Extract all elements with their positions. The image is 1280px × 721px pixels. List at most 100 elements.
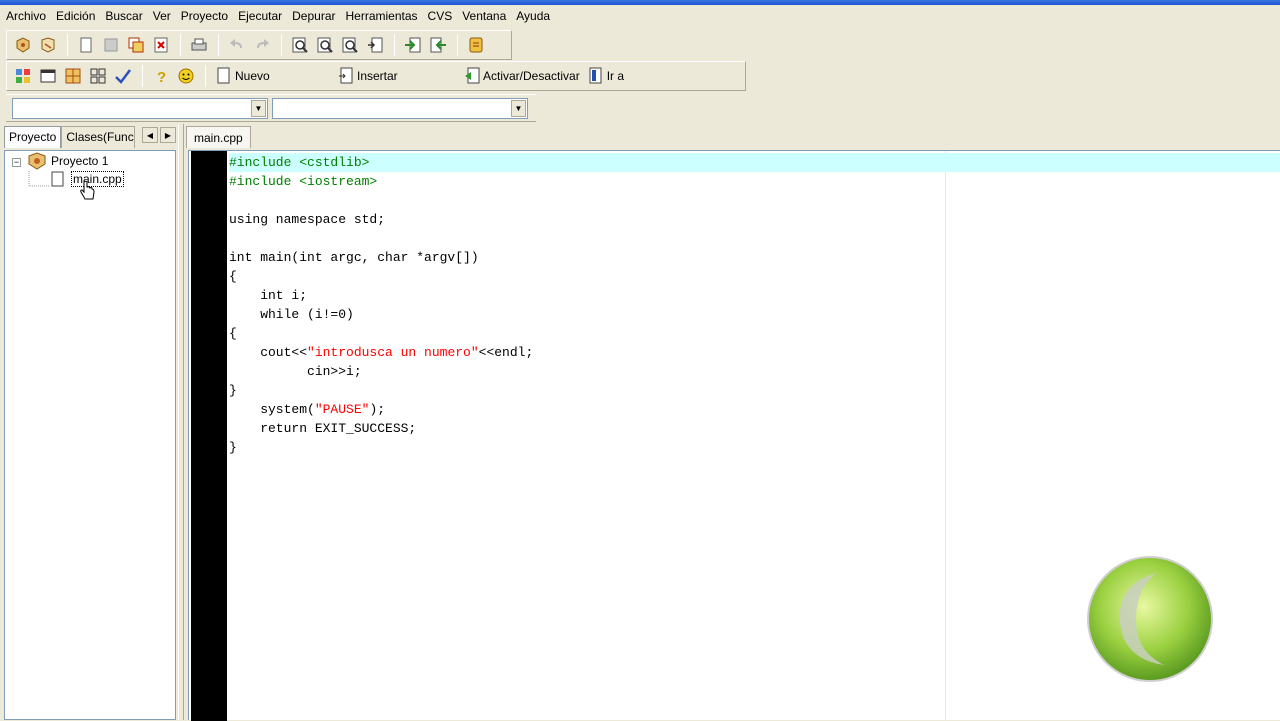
goto-label: Ir a (606, 69, 625, 83)
undo-icon (230, 39, 242, 48)
editor-tabs: main.cpp (186, 124, 251, 148)
secondary-toolbar: ? Nuevo Insertar Activar/Desactivar Ir a (6, 61, 746, 91)
find-next-button[interactable] (338, 33, 362, 57)
insert-button[interactable]: Insertar (334, 64, 460, 88)
close-file-button[interactable] (149, 33, 173, 57)
goto-line-icon (368, 37, 383, 53)
project-options-icon (469, 37, 483, 53)
replace-icon (317, 37, 333, 53)
hand-cursor-icon (80, 180, 95, 200)
redo-button[interactable] (250, 33, 274, 57)
menu-edicion[interactable]: Edición (52, 5, 99, 28)
compile-run-button[interactable] (61, 64, 85, 88)
code-line: while (i!=0) (229, 307, 354, 322)
save-all-icon (128, 37, 144, 53)
remove-from-project-button[interactable] (426, 33, 450, 57)
about-button[interactable] (174, 64, 198, 88)
menu-ventana[interactable]: Ventana (458, 5, 510, 28)
help-button[interactable]: ? (149, 64, 173, 88)
toolbar-area: ? Nuevo Insertar Activar/Desactivar Ir a… (0, 28, 1280, 124)
goto-line-button[interactable] (363, 33, 387, 57)
rebuild-button[interactable] (86, 64, 110, 88)
code-area[interactable]: #include <cstdlib> #include <iostream> u… (229, 153, 1280, 457)
pane-splitter[interactable] (178, 124, 184, 720)
tab-scroll-buttons: ◀ ▶ (142, 127, 178, 143)
toolbar-separator (205, 65, 206, 87)
string-literal: "introdusca un numero" (307, 345, 479, 360)
scroll-right-icon[interactable]: ▶ (160, 127, 176, 143)
toolbar-separator (142, 65, 143, 87)
code-line: } (229, 440, 237, 455)
toolbar-separator (281, 34, 282, 56)
run-button[interactable] (36, 64, 60, 88)
toggle-label: Activar/Desactivar (483, 69, 580, 83)
open-file-button[interactable] (36, 33, 60, 57)
tab-main-cpp[interactable]: main.cpp (186, 126, 251, 148)
toggle-bookmark-icon (465, 67, 480, 84)
class-combo[interactable]: ▼ (12, 97, 268, 119)
toolbar-separator (67, 34, 68, 56)
save-button[interactable] (99, 33, 123, 57)
menu-proyecto[interactable]: Proyecto (177, 5, 232, 28)
code-line: } (229, 383, 237, 398)
member-combo[interactable]: ▼ (272, 97, 528, 119)
find-icon (292, 37, 308, 53)
code-line: { (229, 269, 237, 284)
menu-ver[interactable]: Ver (149, 5, 175, 28)
save-all-button[interactable] (124, 33, 148, 57)
compile-run-icon (65, 68, 81, 84)
editor-gutter[interactable] (191, 151, 227, 721)
add-to-project-button[interactable] (401, 33, 425, 57)
string-literal: "PAUSE" (314, 402, 370, 417)
tree-item-project[interactable]: Proyecto 1 (27, 152, 108, 170)
redo-icon (257, 39, 269, 48)
dropdown-arrow-icon[interactable]: ▼ (511, 99, 526, 117)
window-icon (40, 69, 56, 83)
toolbar-separator (457, 34, 458, 56)
svg-text:?: ? (157, 69, 166, 85)
tab-clases[interactable]: Clases(Funcic (61, 126, 136, 148)
tab-proyecto[interactable]: Proyecto (4, 126, 62, 148)
menu-archivo[interactable]: Archivo (2, 5, 50, 28)
replace-button[interactable] (313, 33, 337, 57)
open-project-button[interactable] (11, 33, 35, 57)
printer-icon (191, 38, 207, 51)
dropdown-arrow-icon[interactable]: ▼ (251, 99, 266, 117)
menu-depurar[interactable]: Depurar (288, 5, 339, 28)
print-button[interactable] (187, 33, 211, 57)
undo-button[interactable] (225, 33, 249, 57)
insert-label: Insertar (357, 69, 398, 83)
menu-herramientas[interactable]: Herramientas (342, 5, 422, 28)
menu-ejecutar[interactable]: Ejecutar (234, 5, 286, 28)
watermark-logo (1087, 556, 1213, 682)
file-icon (51, 171, 64, 187)
toolbar-separator (180, 34, 181, 56)
project-icon (28, 152, 46, 170)
project-tree: − Proyecto 1 main.cpp (4, 150, 176, 720)
compile-button[interactable] (11, 64, 35, 88)
menu-buscar[interactable]: Buscar (101, 5, 146, 28)
left-tabs: Proyecto Clases(Funcic (4, 126, 136, 148)
syntax-check-button[interactable] (111, 64, 135, 88)
menu-ayuda[interactable]: Ayuda (512, 5, 554, 28)
search-button[interactable] (288, 33, 312, 57)
blank-page-icon (80, 37, 92, 53)
menu-bar: Archivo Edición Buscar Ver Proyecto Ejec… (0, 5, 1280, 28)
project-label: Proyecto 1 (51, 154, 109, 168)
new-label: Nuevo (235, 69, 270, 83)
main-toolbar (6, 30, 512, 60)
scroll-left-icon[interactable]: ◀ (142, 127, 158, 143)
code-line: { (229, 326, 237, 341)
disabled-page-icon (104, 38, 118, 52)
toggle-bookmark-button[interactable]: Activar/Desactivar (460, 64, 584, 88)
code-line: cin>>i; (229, 364, 362, 379)
project-options-button[interactable] (464, 33, 488, 57)
open-file-icon (41, 37, 55, 53)
goto-bookmark-icon (589, 67, 602, 84)
menu-cvs[interactable]: CVS (424, 5, 457, 28)
new-file-button[interactable] (74, 33, 98, 57)
goto-bookmark-button[interactable]: Ir a (584, 64, 628, 88)
new-button[interactable]: Nuevo (212, 64, 334, 88)
